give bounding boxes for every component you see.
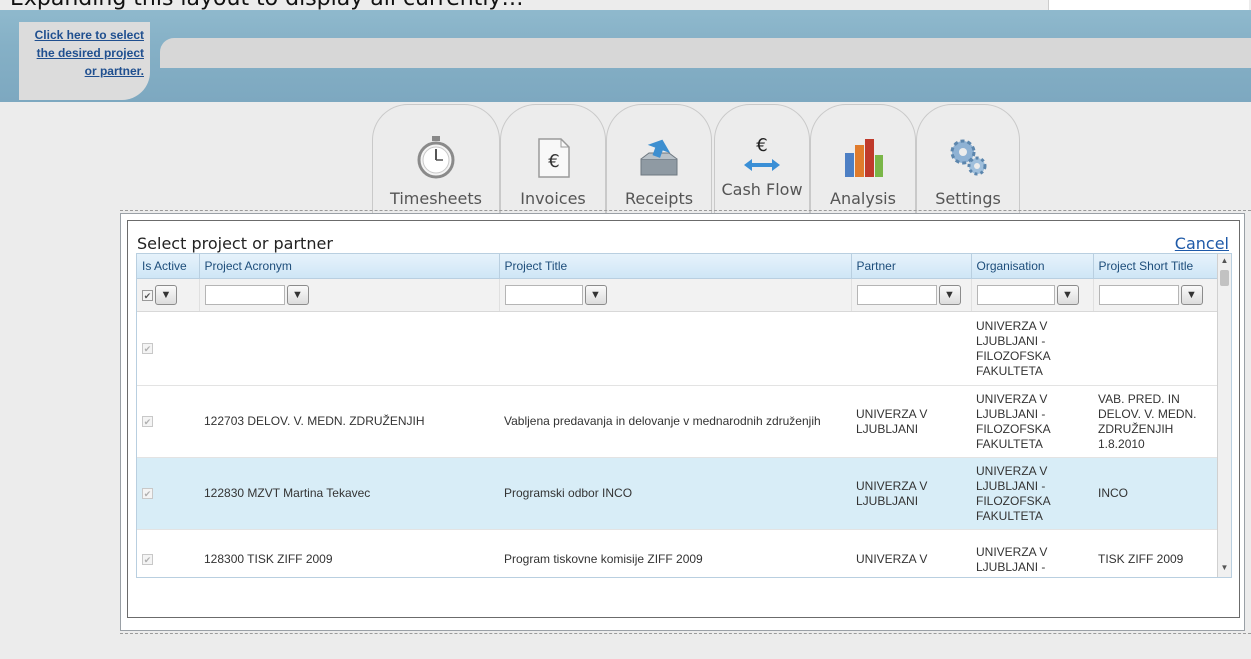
is-active-checkbox: ✔ [142, 488, 153, 500]
short-title-cell: TISK ZIFF 2009 [1093, 529, 1217, 577]
cancel-link[interactable]: Cancel [1175, 234, 1229, 253]
partner-cell: UNIVERZA V LJUBLJANI [851, 457, 971, 530]
tab-invoices[interactable]: € Invoices [500, 104, 606, 216]
scroll-thumb[interactable] [1220, 270, 1229, 286]
short-title-cell: INCO [1093, 457, 1217, 530]
title-cell: Program tiskovne komisije ZIFF 2009 [499, 529, 851, 577]
title-cell [499, 311, 851, 386]
is-active-checkbox: ✔ [142, 343, 153, 355]
bar-chart-icon [845, 139, 883, 177]
title-cell: Vabljena predavanja in delovanje v medna… [499, 385, 851, 458]
dialog-body: Select project or partner Cancel Is Acti… [127, 220, 1240, 618]
select-project-tab[interactable]: Click here to select the desired project… [19, 22, 150, 100]
table-row[interactable]: ✔ 122830 MZVT Martina Tekavec Programski… [137, 457, 1217, 530]
is-active-checkbox: ✔ [142, 416, 153, 428]
table-row[interactable]: ✔ UNIVERZA V LJUBLJANI - FILOZOFSKA FAKU… [137, 311, 1217, 386]
select-project-dialog: Select project or partner Cancel Is Acti… [120, 213, 1245, 631]
tab-label: Receipts [624, 189, 694, 208]
euro-arrows-icon: € [744, 135, 780, 171]
short-title-cell: VAB. PRED. IN DELOV. V. MEDN. ZDRUŽENJIH… [1093, 385, 1217, 458]
column-header-project-acronym[interactable]: Project Acronym [199, 254, 500, 279]
bottom-separator [120, 633, 1251, 634]
project-table: Is Active Project Acronym Project Title … [137, 254, 1218, 577]
tab-label: Timesheets [390, 189, 482, 208]
tab-timesheets[interactable]: Timesheets [372, 104, 500, 216]
partner-cell [851, 311, 971, 386]
organisation-filter-input[interactable] [976, 285, 1055, 305]
tab-label: Cash Flow [721, 180, 803, 199]
acronym-filter-input[interactable] [204, 285, 285, 305]
filter-row: ✔ ▼ ▼ ▼ ▼ ▼ ▼ [137, 278, 1218, 312]
title-cell: Programski odbor INCO [499, 457, 851, 530]
scroll-up-icon[interactable]: ▲ [1218, 256, 1231, 268]
column-header-partner[interactable]: Partner [851, 254, 972, 279]
title-filter-input[interactable] [504, 285, 583, 305]
column-header-project-short-title[interactable]: Project Short Title [1093, 254, 1218, 279]
organisation-cell: UNIVERZA V LJUBLJANI - FILOZOFSKA FAKULT… [971, 457, 1093, 530]
filter-icon[interactable]: ▼ [155, 285, 177, 305]
organisation-cell: UNIVERZA V LJUBLJANI - FILOZOFSKA FAKULT… [971, 385, 1093, 458]
inbox-icon [640, 139, 678, 176]
svg-text:€: € [548, 151, 559, 172]
header-band: Click here to select the desired project… [0, 10, 1251, 102]
separator-line [120, 210, 1251, 211]
tab-label: Invoices [520, 189, 586, 208]
dialog-title: Select project or partner [137, 234, 333, 253]
svg-text:€: € [756, 135, 767, 156]
filter-icon[interactable]: ▼ [584, 285, 607, 305]
filter-icon[interactable]: ▼ [1180, 285, 1203, 305]
partner-cell: UNIVERZA V [851, 529, 971, 577]
grid-scrollbar[interactable]: ▲ ▼ [1217, 254, 1231, 577]
column-header-is-active[interactable]: Is Active [137, 254, 200, 279]
is-active-filter-checkbox[interactable]: ✔ [142, 289, 153, 301]
project-grid: Is Active Project Acronym Project Title … [136, 253, 1232, 578]
table-row[interactable]: ✔ 122703 DELOV. V. MEDN. ZDRUŽENJIH Vabl… [137, 385, 1217, 458]
organisation-cell: UNIVERZA V LJUBLJANI - [971, 529, 1093, 577]
header-strip [160, 38, 1251, 68]
short-title-cell [1093, 311, 1217, 386]
organisation-cell: UNIVERZA V LJUBLJANI - FILOZOFSKA FAKULT… [971, 311, 1093, 386]
acronym-cell: 128300 TISK ZIFF 2009 [199, 529, 499, 577]
partner-filter-input[interactable] [856, 285, 937, 305]
is-active-checkbox: ✔ [142, 554, 153, 566]
table-row[interactable]: ✔ 128300 TISK ZIFF 2009 Program tiskovne… [137, 529, 1217, 577]
short-title-filter-input[interactable] [1098, 285, 1179, 305]
column-header-organisation[interactable]: Organisation [971, 254, 1094, 279]
scroll-down-icon[interactable]: ▼ [1218, 563, 1231, 575]
gears-icon [950, 139, 987, 176]
tab-cash-flow[interactable]: € Cash Flow [714, 104, 810, 216]
acronym-cell [199, 311, 499, 386]
select-project-link[interactable]: Click here to select the desired project… [35, 28, 144, 78]
filter-icon[interactable]: ▼ [286, 285, 309, 305]
acronym-cell: 122830 MZVT Martina Tekavec [199, 457, 499, 530]
filter-icon[interactable]: ▼ [1056, 285, 1079, 305]
tab-label: Analysis [830, 189, 896, 208]
column-header-project-title[interactable]: Project Title [499, 254, 852, 279]
filter-icon[interactable]: ▼ [938, 285, 961, 305]
tab-receipts[interactable]: Receipts [606, 104, 712, 216]
stopwatch-icon [417, 136, 455, 179]
partner-cell: UNIVERZA V LJUBLJANI [851, 385, 971, 458]
tab-settings[interactable]: Settings [916, 104, 1020, 216]
tab-label: Settings [935, 189, 1001, 208]
invoice-euro-icon: € [538, 138, 570, 178]
tab-analysis[interactable]: Analysis [810, 104, 916, 216]
acronym-cell: 122703 DELOV. V. MEDN. ZDRUŽENJIH [199, 385, 499, 458]
